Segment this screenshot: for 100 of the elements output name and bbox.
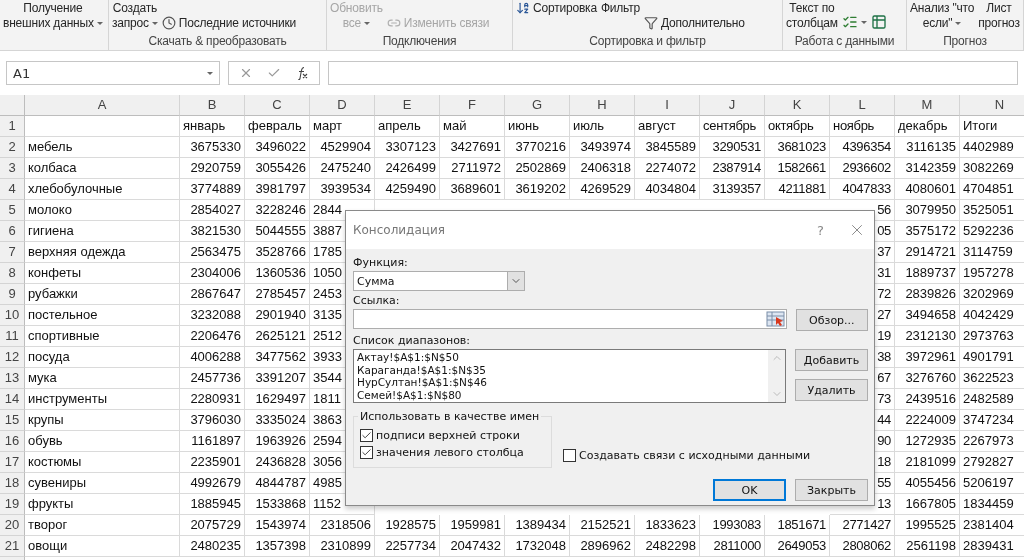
table-cell: 3494658 [895, 305, 960, 326]
table-cell: 5044555 [245, 221, 310, 242]
ribbon-button[interactable]: Создать запрос [112, 1, 158, 31]
column-header[interactable]: G [505, 95, 570, 116]
table-icon[interactable] [870, 14, 887, 30]
name-box[interactable]: A1 [6, 61, 220, 85]
ribbon-button[interactable]: Сортировка [516, 1, 597, 15]
delete-button[interactable]: Удалить [795, 379, 868, 401]
ribbon-button[interactable]: Текст по столбцам [786, 1, 838, 31]
table-cell: 4269529 [570, 179, 635, 200]
table-cell: 5292236 [960, 221, 1024, 242]
row-number[interactable]: 3 [0, 158, 25, 179]
table-cell: 3290531 [700, 137, 765, 158]
row-number[interactable]: 7 [0, 242, 25, 263]
ribbon-button[interactable]: Дополнительно [644, 16, 745, 30]
dropdown-caret-icon [364, 22, 371, 26]
column-header[interactable]: F [440, 95, 505, 116]
row-number[interactable]: 12 [0, 347, 25, 368]
column-header[interactable]: A [25, 95, 180, 116]
table-cell: 2274072 [635, 158, 700, 179]
table-cell: спортивные [25, 326, 180, 347]
table-cell: октябрь [765, 116, 830, 137]
column-header[interactable]: I [635, 95, 700, 116]
table-cell: колбаса [25, 158, 180, 179]
table-cell: 3796030 [180, 410, 245, 431]
function-icon[interactable] [295, 66, 309, 80]
reference-field[interactable] [353, 309, 787, 329]
table-cell: 5206197 [960, 473, 1024, 494]
column-header[interactable]: D [310, 95, 375, 116]
table-cell: 3055426 [245, 158, 310, 179]
close-button[interactable]: Закрыть [795, 479, 868, 501]
row-number[interactable]: 21 [0, 536, 25, 557]
checkbox[interactable] [360, 446, 373, 459]
ok-button[interactable]: OK [713, 479, 786, 501]
table-cell: 3774889 [180, 179, 245, 200]
checkbox[interactable] [563, 449, 576, 462]
table-cell: верхняя одежда [25, 242, 180, 263]
row-number[interactable]: 4 [0, 179, 25, 200]
table-cell: 1833623 [635, 515, 700, 536]
dropdown-caret-icon [96, 22, 103, 26]
row-number[interactable]: 5 [0, 200, 25, 221]
add-button[interactable]: Добавить [795, 349, 868, 371]
row-number[interactable]: 17 [0, 452, 25, 473]
row-number[interactable]: 8 [0, 263, 25, 284]
row-number[interactable]: 19 [0, 494, 25, 515]
row-number[interactable]: 2 [0, 137, 25, 158]
group-legend: Использовать в качестве имен [358, 410, 542, 423]
table-cell: 3681023 [765, 137, 830, 158]
function-dropdown[interactable]: Сумма [353, 271, 525, 291]
ribbon-button[interactable]: Лист прогноз [978, 1, 1020, 31]
row-number[interactable]: 1 [0, 116, 25, 137]
enter-icon[interactable] [267, 66, 281, 80]
table-cell: 2267973 [960, 431, 1024, 452]
ribbon-button[interactable]: Фильтр [600, 1, 640, 16]
row-number[interactable]: 13 [0, 368, 25, 389]
table-cell: 2811000 [700, 536, 765, 557]
checkbox[interactable] [360, 429, 373, 442]
formula-input[interactable] [328, 61, 1018, 85]
table-cell: 2914721 [895, 242, 960, 263]
table-cell: 2312130 [895, 326, 960, 347]
column-header[interactable]: C [245, 95, 310, 116]
ribbon-button[interactable]: Последние источники [161, 16, 297, 30]
column-header[interactable]: K [765, 95, 830, 116]
row-number[interactable]: 16 [0, 431, 25, 452]
column-header[interactable]: H [570, 95, 635, 116]
table-cell: 1629497 [245, 389, 310, 410]
table-cell: 1389434 [505, 515, 570, 536]
row-number[interactable]: 14 [0, 389, 25, 410]
row-number[interactable]: 9 [0, 284, 25, 305]
browse-button[interactable]: Обзор... [795, 309, 868, 331]
checklist-icon[interactable] [841, 14, 867, 30]
table-cell: 2381404 [960, 515, 1024, 536]
row-number[interactable]: 18 [0, 473, 25, 494]
row-number[interactable]: 15 [0, 410, 25, 431]
table-cell: 2482298 [635, 536, 700, 557]
checkbox-label: Создавать связи с исходными данными [579, 449, 811, 462]
range-picker-icon[interactable] [765, 310, 786, 328]
table-cell: 4034804 [635, 179, 700, 200]
column-header[interactable]: J [700, 95, 765, 116]
column-header[interactable]: N [960, 95, 1024, 116]
table-cell: 4844787 [245, 473, 310, 494]
column-header[interactable]: L [830, 95, 895, 116]
help-button[interactable]: ? [817, 222, 824, 238]
column-header[interactable]: B [180, 95, 245, 116]
table-cell: 2808062 [830, 536, 895, 557]
cancel-icon[interactable] [239, 66, 253, 80]
ribbon-button[interactable]: Анализ "что если" [910, 1, 975, 31]
table-cell: 2426499 [375, 158, 440, 179]
row-number[interactable]: 6 [0, 221, 25, 242]
column-header[interactable]: E [375, 95, 440, 116]
group-label: Скачать & преобразовать [147, 34, 288, 50]
group-label: Прогноз [942, 34, 988, 50]
column-header[interactable]: M [895, 95, 960, 116]
row-number[interactable]: 11 [0, 326, 25, 347]
row-number[interactable]: 10 [0, 305, 25, 326]
ribbon-button[interactable]: Получение внешних данных [3, 1, 103, 31]
table-cell: 2839431 [960, 536, 1024, 557]
row-number[interactable]: 20 [0, 515, 25, 536]
ranges-list[interactable]: Актау!$A$1:$N$50 Караганда!$A$1:$N$35 НурСултан!$A$1:$N$46 Семей!$A$1:$N$80 [353, 349, 786, 403]
table-cell: 2075729 [180, 515, 245, 536]
